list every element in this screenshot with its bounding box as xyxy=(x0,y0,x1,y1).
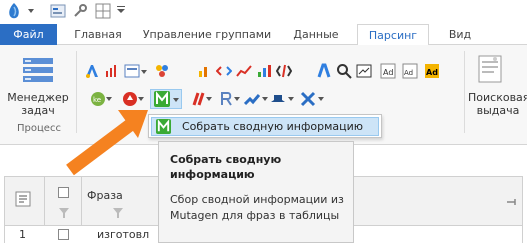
orange-arrow-annotation xyxy=(66,110,148,176)
